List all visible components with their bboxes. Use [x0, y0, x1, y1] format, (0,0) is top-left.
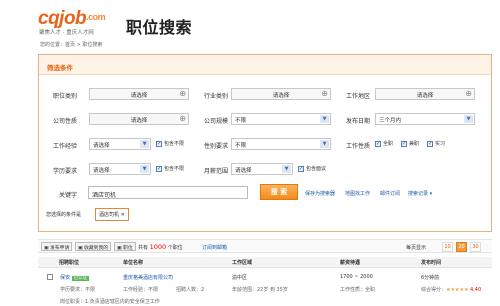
intern-checkbox[interactable]: ✓ 实习	[427, 140, 445, 147]
chevron-down-icon: ▼	[320, 140, 329, 148]
education-select[interactable]: 请选择 ▼	[89, 163, 151, 175]
label-job-category: 职位类别	[52, 93, 77, 100]
add-icon: ⊕	[179, 89, 186, 98]
add-icon: ⊕	[465, 89, 472, 98]
parttime-checkbox[interactable]: ✓ 兼职	[401, 140, 419, 147]
row-checkbox[interactable]	[47, 274, 55, 281]
job-category-select[interactable]: 请选择 ⊕	[89, 88, 189, 100]
post-date-select[interactable]: 三个月内 ▼	[375, 113, 475, 125]
map-job-link[interactable]: 地图找工作	[345, 190, 370, 197]
job-title-link[interactable]: 保安 已认证	[60, 274, 90, 281]
label-company-type: 公司性质	[52, 118, 77, 125]
chevron-down-icon: ▼	[140, 140, 149, 148]
star-icon: ★★★★★	[446, 287, 469, 293]
label-keyword: 关键字	[58, 192, 77, 199]
include-unlimited-edu-checkbox[interactable]: ✓ 包含不限	[156, 165, 184, 172]
label-work-area: 工作地区	[345, 93, 370, 100]
chevron-down-icon: ▼	[320, 115, 329, 123]
result-toolbar: ▣ 发布申请 ▣ 收藏到我的 ▣ 职位 共有 1000 个职位 订阅到邮箱 每页…	[38, 239, 492, 253]
label-gender: 性别要求	[203, 143, 228, 150]
work-area-select[interactable]: 请选择 ⊕	[375, 88, 475, 100]
headcount: 招聘人数：2	[176, 287, 205, 293]
salary-select[interactable]: 请选择 ▼	[231, 163, 293, 175]
keyword-input[interactable]: 酒店司机	[88, 186, 248, 199]
chevron-down-icon: ▼	[282, 165, 291, 173]
table-row	[47, 274, 55, 281]
label-post-date: 发布日期	[345, 118, 370, 125]
job-nature: 工作性质：全职	[340, 287, 376, 293]
email-subscribe-link[interactable]: 邮件订阅	[380, 190, 400, 197]
verified-badge: 已认证	[71, 276, 90, 281]
page-size-30[interactable]: 30	[470, 242, 481, 252]
label-company-size: 公司规模	[203, 118, 228, 125]
site-tagline: 聚焦人才 · 重庆人才网	[39, 30, 94, 36]
search-button[interactable]: 搜 索	[260, 184, 298, 200]
label-experience: 工作经验	[52, 143, 77, 150]
company-link[interactable]: 重庆格美酒店有限公司	[123, 274, 173, 281]
compare-button[interactable]: ▣ 职位	[114, 242, 136, 251]
result-count: 共有 1000 个职位	[138, 243, 183, 251]
breadcrumb: 您的位置：首页 > 职位搜索	[40, 42, 103, 48]
salary: 1700 ~ 2000	[340, 274, 373, 280]
filter-title: 筛选条件	[47, 64, 73, 72]
label-job-nature: 工作性质	[345, 143, 370, 150]
chevron-down-icon: ▼	[140, 165, 149, 173]
experience-select[interactable]: 请选择 ▼	[89, 138, 151, 150]
post-time: 6分钟前	[421, 275, 440, 281]
fulltime-checkbox[interactable]: ✓ 全职	[375, 140, 393, 147]
label-salary: 月薪范围	[203, 168, 228, 175]
filter-header: 筛选条件	[39, 55, 491, 75]
chevron-down-icon: ▼	[464, 115, 473, 123]
add-icon: ⊕	[179, 114, 186, 123]
selected-conditions-label: 您选择的条件是	[45, 212, 81, 218]
label-education: 学历要求	[52, 168, 77, 175]
rating: 综合得分：★★★★★ 4.40	[421, 287, 482, 293]
per-page-label: 每页显示	[406, 245, 427, 251]
include-negotiable-checkbox[interactable]: ✓ 包含面议	[298, 165, 326, 172]
add-icon: ⊕	[321, 89, 328, 98]
filter-panel: 筛选条件 职位类别 请选择 ⊕ 行业类别 请选择 ⊕ 工作地区 请选择 ⊕ 公司性质 …	[38, 54, 492, 232]
industry-select[interactable]: 请选择 ⊕	[231, 88, 331, 100]
education-req: 学历要求：不限	[60, 287, 96, 293]
favorite-button[interactable]: ▣ 收藏到我的	[75, 242, 112, 251]
include-unlimited-checkbox[interactable]: ✓ 包含不限	[156, 140, 184, 147]
subscribe-email-link[interactable]: 订阅到邮箱	[202, 244, 227, 251]
page-title: 职位搜索	[126, 18, 193, 37]
page-size-10[interactable]: 10	[442, 242, 453, 252]
company-size-select[interactable]: 不限 ▼	[231, 113, 331, 125]
company-type-select[interactable]: 请选择 ⊕	[89, 113, 189, 125]
label-industry: 行业类别	[203, 93, 228, 100]
selected-condition-tag[interactable]: 酒店司机 ✕	[95, 208, 129, 221]
table-header: 招聘职位 单位名称 工作区域 薪资待遇 发布时间	[38, 257, 492, 268]
page-size-20[interactable]: 20	[456, 242, 467, 252]
experience-req: 工作经验：不限	[123, 287, 159, 293]
save-searcher-link[interactable]: 保存为搜索器	[305, 190, 335, 197]
age-range: 年龄范围：22岁 到 35岁	[232, 287, 288, 293]
apply-button[interactable]: ▣ 发布申请	[41, 242, 73, 251]
gender-select[interactable]: 不限 ▼	[231, 138, 331, 150]
search-history-link[interactable]: 搜索记录 ▾	[408, 190, 432, 197]
job-description: 岗位职责：1.负责酒店辖区内的安全保卫工作	[60, 299, 160, 305]
site-logo[interactable]: cqjob.com	[38, 8, 106, 30]
work-area: 渝中区	[232, 275, 248, 281]
